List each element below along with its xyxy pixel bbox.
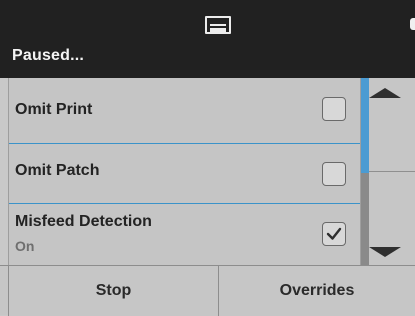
status-text: Paused... <box>12 47 85 64</box>
scroll-up-button[interactable] <box>369 78 407 108</box>
checkmark-icon <box>326 227 342 240</box>
list-item-misfeed-detection[interactable]: Misfeed Detection On <box>9 204 361 265</box>
arrow-down-icon <box>369 247 401 257</box>
omit-print-checkbox[interactable] <box>322 97 346 121</box>
overrides-button[interactable]: Overrides <box>219 266 415 316</box>
list-item-omit-patch[interactable]: Omit Patch <box>9 144 361 204</box>
list-item-sublabel: On <box>15 238 35 254</box>
scroll-thumb[interactable] <box>361 78 369 173</box>
scroll-divider <box>369 171 415 172</box>
list-item-label: Omit Patch <box>15 162 100 179</box>
status-header: Paused... <box>0 0 415 78</box>
arrow-up-icon <box>369 88 401 98</box>
scroll-track[interactable] <box>361 78 369 265</box>
list-item-label: Misfeed Detection <box>15 213 152 230</box>
scroll-down-button[interactable] <box>369 235 407 265</box>
stop-button[interactable]: Stop <box>8 266 219 316</box>
action-bar: Stop Overrides <box>0 265 415 316</box>
omit-patch-checkbox[interactable] <box>322 162 346 186</box>
options-list: Omit Print Omit Patch Misfeed Detection … <box>8 78 361 265</box>
list-scrollbar[interactable] <box>360 78 415 265</box>
edge-indicator-icon <box>410 18 415 30</box>
misfeed-detection-checkbox[interactable] <box>322 222 346 246</box>
list-item-omit-print[interactable]: Omit Print <box>9 78 361 144</box>
list-item-label: Omit Print <box>15 101 93 118</box>
scanner-icon <box>205 16 231 34</box>
